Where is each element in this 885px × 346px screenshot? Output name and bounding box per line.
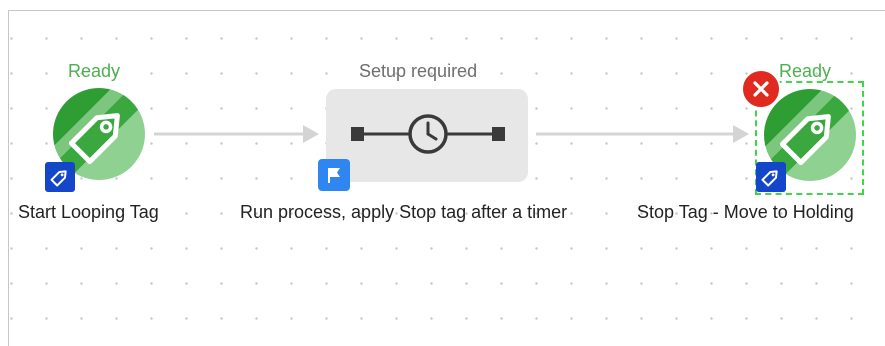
stop-node-label: Stop Tag - Move to Holding xyxy=(637,202,854,222)
tag-icon xyxy=(50,170,67,187)
stop-node-status: Ready xyxy=(779,61,832,81)
process-node[interactable] xyxy=(326,89,528,182)
start-node-label: Start Looping Tag xyxy=(18,202,159,222)
workflow-canvas[interactable]: Ready Start Looping Tag Setup required R… xyxy=(8,10,885,346)
connector-start-to-process[interactable] xyxy=(154,125,319,143)
timer-icon xyxy=(351,114,505,154)
close-icon xyxy=(753,81,769,97)
arrowhead-icon xyxy=(303,125,319,143)
stop-node-error-badge[interactable] xyxy=(741,69,781,109)
flag-icon xyxy=(328,168,340,183)
start-node-status: Ready xyxy=(68,61,121,81)
arrowhead-icon xyxy=(733,125,749,143)
process-node-type-badge xyxy=(318,159,350,191)
process-node-status: Setup required xyxy=(359,61,478,81)
connector-process-to-stop[interactable] xyxy=(536,125,749,143)
stop-node-type-badge xyxy=(756,162,786,192)
start-node-type-badge xyxy=(45,162,75,192)
process-node-label: Run process, apply Stop tag after a time… xyxy=(240,202,568,222)
tag-icon xyxy=(761,170,778,187)
